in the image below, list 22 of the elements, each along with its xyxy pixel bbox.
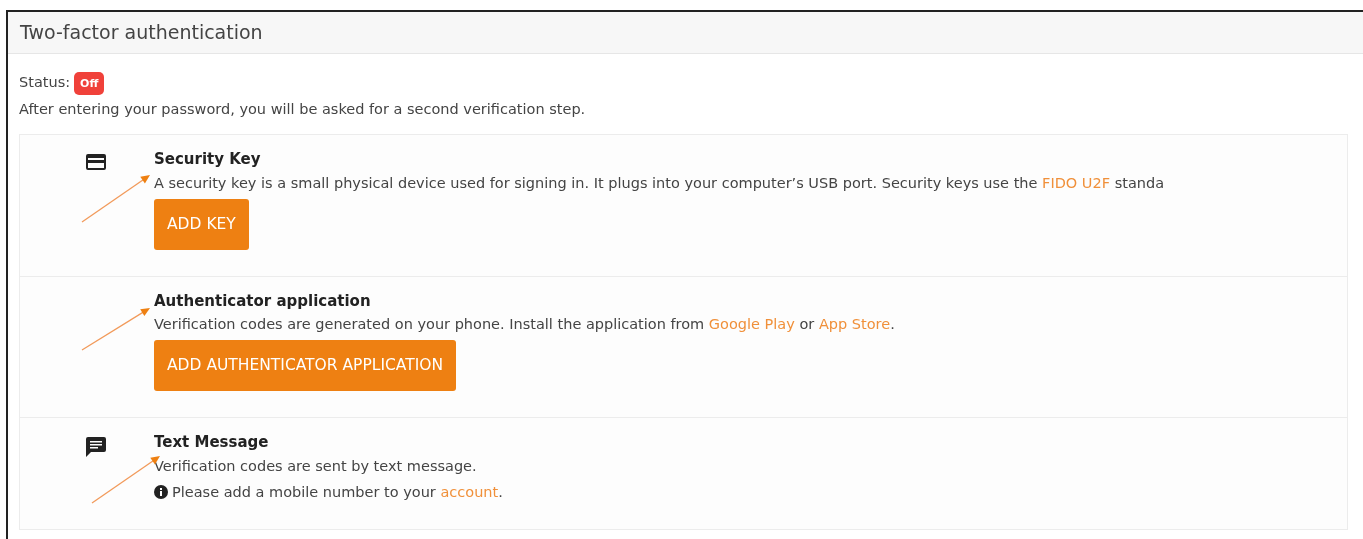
link[interactable]: FIDO U2F xyxy=(1042,174,1111,191)
method-title: Text Message xyxy=(154,432,270,454)
method-description: Verification codes are sent by text message. xyxy=(154,456,478,476)
annotation-arrow xyxy=(81,307,150,351)
chat-icon xyxy=(86,437,106,458)
card-icon xyxy=(86,154,106,171)
intro-text: After entering your password, you will be asked for a second verification step. xyxy=(19,99,587,119)
link[interactable]: App Store xyxy=(818,316,891,333)
status-badge: Off xyxy=(74,71,105,95)
note-text: Please add a mobile number to your account. xyxy=(172,482,503,502)
method-description: A security key is a small physical device used for signing in. It plugs into your computer’s USB port. Security keys use the FIDO U2F standa xyxy=(154,173,1165,193)
method-title: Authenticator application xyxy=(154,290,372,312)
add-button[interactable]: ADD AUTHENTICATOR APPLICATION xyxy=(154,340,457,392)
card-header: Two-factor authentication xyxy=(8,12,1363,54)
annotation-arrow xyxy=(81,175,150,223)
method-title: Security Key xyxy=(154,149,262,171)
info-icon xyxy=(154,485,168,500)
link[interactable]: account xyxy=(440,483,499,500)
status-label: Status: xyxy=(19,73,71,93)
add-button[interactable]: ADD KEY xyxy=(154,198,249,250)
link[interactable]: Google Play xyxy=(708,316,795,333)
method-description: Verification codes are generated on your phone. Install the application from Google Play or App Store. xyxy=(154,315,895,335)
